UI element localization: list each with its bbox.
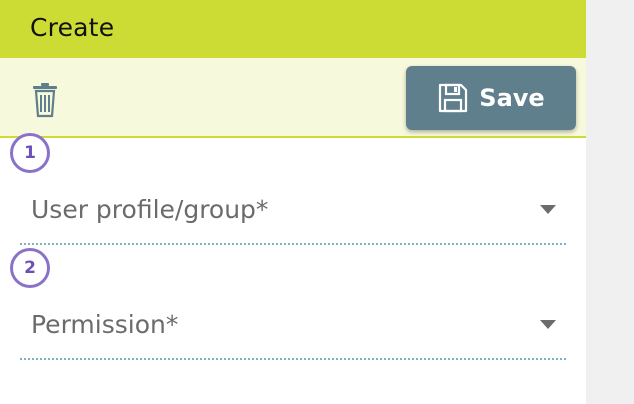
save-button[interactable]: Save — [406, 66, 576, 130]
toolbar: Save — [0, 58, 586, 138]
create-panel: Create Save 1 User profile/group* 2 Perm… — [0, 0, 586, 404]
page: Create Save 1 User profile/group* 2 Perm… — [0, 0, 634, 404]
permission-label: Permission* — [31, 310, 179, 339]
save-button-label: Save — [479, 84, 545, 112]
floppy-disk-icon — [439, 83, 468, 113]
panel-header: Create — [0, 0, 586, 58]
permission-select[interactable]: Permission* — [20, 300, 566, 360]
field-underline — [20, 243, 566, 245]
step-badge-2: 2 — [10, 248, 50, 288]
step-badge-1: 1 — [10, 133, 50, 173]
chevron-down-icon[interactable] — [540, 205, 556, 214]
user-profile-group-select[interactable]: User profile/group* — [20, 185, 566, 245]
field-underline — [20, 358, 566, 360]
side-background — [586, 0, 634, 404]
trash-icon[interactable] — [30, 82, 60, 118]
page-title: Create — [30, 13, 115, 42]
chevron-down-icon[interactable] — [540, 320, 556, 329]
user-profile-group-label: User profile/group* — [31, 195, 269, 224]
